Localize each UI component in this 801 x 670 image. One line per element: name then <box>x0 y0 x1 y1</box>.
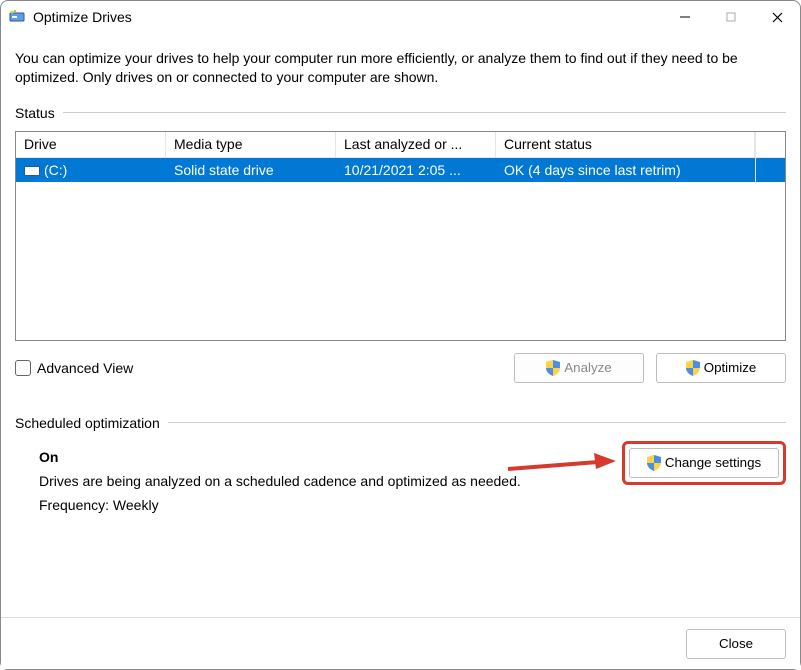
cell-status: OK (4 days since last retrim) <box>496 158 755 182</box>
change-settings-label: Change settings <box>665 455 761 470</box>
col-header-last[interactable]: Last analyzed or ... <box>336 132 496 157</box>
maximize-button[interactable] <box>708 1 754 33</box>
status-heading-row: Status <box>15 105 786 121</box>
col-header-media[interactable]: Media type <box>166 132 336 157</box>
annotation-highlight: Change settings <box>622 441 786 485</box>
change-settings-button[interactable]: Change settings <box>629 448 779 478</box>
advanced-view-label: Advanced View <box>37 360 133 376</box>
advanced-view-checkbox[interactable]: Advanced View <box>15 360 133 376</box>
intro-text: You can optimize your drives to help you… <box>15 49 786 87</box>
col-header-drive[interactable]: Drive <box>16 132 166 157</box>
close-button[interactable]: Close <box>686 629 786 659</box>
scheduled-heading: Scheduled optimization <box>15 415 160 431</box>
app-icon <box>9 9 25 25</box>
annotation-arrow <box>506 453 616 482</box>
status-heading: Status <box>15 105 55 121</box>
close-window-button[interactable] <box>754 1 800 33</box>
close-label: Close <box>719 636 753 651</box>
scheduled-heading-row: Scheduled optimization <box>15 415 786 431</box>
col-header-scroll <box>755 132 785 157</box>
analyze-label: Analyze <box>564 360 611 375</box>
footer: Close <box>1 617 800 669</box>
checkbox-box <box>15 360 31 376</box>
minimize-button[interactable] <box>662 1 708 33</box>
window-title: Optimize Drives <box>33 9 132 25</box>
window-controls <box>662 1 800 33</box>
cell-drive: (C:) <box>16 158 166 182</box>
table-header: Drive Media type Last analyzed or ... Cu… <box>16 132 785 158</box>
drive-icon <box>24 166 40 176</box>
shield-icon <box>647 455 661 471</box>
analyze-button: Analyze <box>514 353 644 383</box>
scheduled-frequency: Frequency: Weekly <box>39 497 786 513</box>
shield-icon <box>546 360 560 376</box>
cell-media: Solid state drive <box>166 158 336 182</box>
titlebar: Optimize Drives <box>1 1 800 33</box>
optimize-label: Optimize <box>704 360 757 375</box>
table-row[interactable]: (C:) Solid state drive 10/21/2021 2:05 .… <box>16 158 785 182</box>
shield-icon <box>686 360 700 376</box>
cell-last: 10/21/2021 2:05 ... <box>336 158 496 182</box>
drives-table: Drive Media type Last analyzed or ... Cu… <box>15 131 786 341</box>
col-header-status[interactable]: Current status <box>496 132 755 157</box>
drive-label: (C:) <box>44 162 67 178</box>
optimize-button[interactable]: Optimize <box>656 353 786 383</box>
